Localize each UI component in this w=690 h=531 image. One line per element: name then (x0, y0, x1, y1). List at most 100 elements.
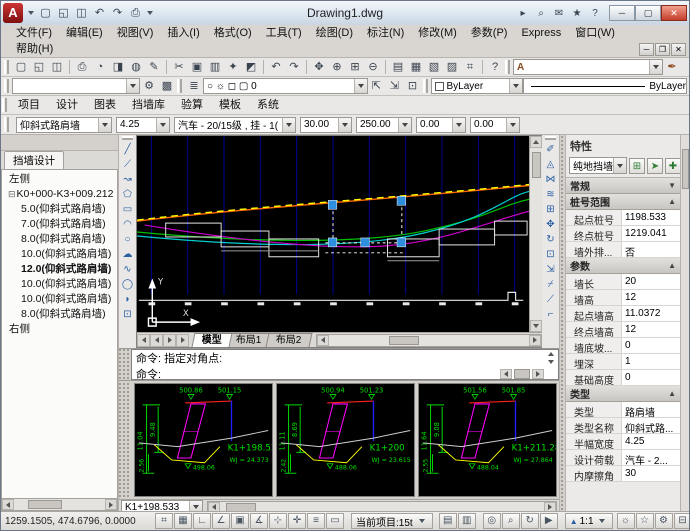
tree-left-side[interactable]: 左侧 (2, 172, 117, 187)
panel-grip[interactable] (1, 135, 118, 151)
property-group-header[interactable]: 桩号范围▲ (566, 194, 680, 210)
grid-toggle[interactable]: ▦ (174, 513, 192, 529)
zoom-window-button[interactable]: ⊞ (346, 59, 364, 76)
quick-properties-toggle[interactable]: ▭ (326, 513, 344, 529)
dropdown-arrow-icon[interactable] (156, 118, 169, 132)
palette-button[interactable]: ▩ (158, 78, 176, 95)
search-icon[interactable]: ⌕ (533, 5, 549, 21)
tree-item[interactable]: 7.0(仰斜式路肩墙) (2, 217, 117, 232)
3d-dwf-button[interactable]: ◍ (127, 59, 145, 76)
property-value[interactable]: 0 (622, 338, 680, 353)
scroll-left-icon[interactable] (317, 335, 329, 346)
dropdown-arrow-icon[interactable] (126, 79, 139, 93)
tree-item[interactable]: 5.0(仰斜式路肩墙) (2, 202, 117, 217)
dropdown-arrow-icon[interactable] (613, 158, 626, 173)
redo-button[interactable]: ↷ (285, 59, 303, 76)
mdi-restore-button[interactable]: ❐ (655, 43, 670, 56)
module-tab[interactable]: 验算 (173, 97, 211, 114)
circle-button[interactable]: ○ (120, 232, 136, 247)
section-hscrollbar[interactable] (207, 501, 557, 512)
scroll-right-icon[interactable] (544, 502, 556, 512)
property-value[interactable]: 1219.041 (622, 226, 680, 241)
menu-item[interactable]: 绘图(D) (309, 25, 360, 41)
block-editor-button[interactable]: ◩ (242, 59, 260, 76)
property-value[interactable]: 1198.533 (622, 210, 680, 225)
quickcalc-button[interactable]: ⌗ (461, 59, 479, 76)
canvas-vscrollbar[interactable] (529, 136, 542, 332)
zoom-previous-button[interactable]: ⊖ (364, 59, 382, 76)
offset-button[interactable]: ≋ (543, 187, 559, 202)
left-panel-hscrollbar[interactable] (1, 498, 118, 511)
menu-item[interactable]: 编辑(E) (59, 25, 110, 41)
pan-button[interactable]: ✥ (310, 59, 328, 76)
tree-right-side[interactable]: 右侧 (2, 322, 117, 337)
polyline-button[interactable]: ↝ (120, 172, 136, 187)
toolbar-grip[interactable] (505, 60, 510, 74)
scroll-thumb[interactable] (389, 336, 419, 345)
wall-type-combo[interactable]: 仰斜式路肩墙 (16, 117, 112, 133)
friction-angle-combo[interactable]: 30.00 (300, 117, 352, 133)
scroll-right-icon[interactable] (532, 369, 544, 379)
menu-item[interactable]: 修改(M) (411, 25, 464, 41)
dropdown-arrow-icon[interactable] (338, 118, 351, 132)
dropdown-arrow-icon[interactable] (452, 118, 465, 132)
orbit-button[interactable]: ↻ (521, 513, 539, 529)
toolbar-grip[interactable] (177, 79, 182, 93)
tree-item[interactable]: 8.0(仰斜式路肩墙) (2, 307, 117, 322)
tree-item[interactable]: 8.0(仰斜式路肩墙) (2, 232, 117, 247)
polar-toggle[interactable]: ∠ (212, 513, 230, 529)
scroll-right-icon[interactable] (529, 335, 541, 346)
next-tab-icon[interactable] (163, 334, 176, 347)
dropdown-arrow-icon[interactable] (98, 118, 111, 132)
scroll-down-icon[interactable] (530, 320, 542, 332)
prev-tab-icon[interactable] (150, 334, 163, 347)
cut-button[interactable]: ✂ (170, 59, 188, 76)
section-viewer-grip[interactable] (119, 383, 131, 497)
communication-center-button[interactable]: ✉ (551, 5, 567, 21)
ortho-toggle[interactable]: ∟ (193, 513, 211, 529)
property-value[interactable]: 30 (622, 466, 680, 481)
logo-menu-arrow-icon[interactable] (28, 11, 34, 15)
toolbar-grip[interactable] (122, 136, 133, 140)
scroll-up-icon[interactable] (530, 136, 542, 148)
scroll-right-icon[interactable] (105, 499, 117, 510)
cross-section-panel[interactable]: 11.04 9.48 2.56 500.86 501.15 (134, 383, 273, 497)
line-button[interactable]: ╱ (120, 142, 136, 157)
command-input-line[interactable]: 命令: (132, 366, 558, 382)
mdi-minimize-button[interactable]: ─ (639, 43, 654, 56)
tree-item-selected[interactable]: 12.0(仰斜式路肩墙) (2, 262, 117, 277)
module-tab[interactable]: 挡墙库 (124, 97, 173, 114)
designcenter-button[interactable]: ▦ (407, 59, 425, 76)
zoom-realtime-button[interactable]: ⊕ (328, 59, 346, 76)
toggle-pickadd-button[interactable]: ⊞ (629, 158, 645, 174)
property-group-header[interactable]: 参数▲ (566, 258, 680, 274)
scroll-thumb[interactable] (28, 500, 62, 509)
property-group-header[interactable]: 类型▲ (566, 386, 680, 402)
auto-annotate-button[interactable]: ☆ (636, 513, 654, 529)
property-value[interactable]: 12 (622, 322, 680, 337)
zoom-button[interactable]: ⌕ (502, 513, 520, 529)
linetype-combo[interactable]: ByLayer (523, 78, 688, 94)
dropdown-arrow-icon[interactable] (398, 118, 411, 132)
bearing-combo[interactable]: 250.00 (356, 117, 412, 133)
cross-section-panel[interactable]: 11.64 9.08 2.55 501.56 501.85 (418, 383, 557, 497)
minimize-button[interactable]: ─ (609, 5, 635, 21)
autocad-logo-icon[interactable]: A (3, 3, 23, 23)
property-value[interactable]: 4.25 (622, 434, 680, 449)
scroll-left-icon[interactable] (500, 369, 512, 379)
scroll-thumb[interactable] (682, 149, 689, 189)
property-value[interactable]: 0 (622, 370, 680, 385)
annotation-visibility-button[interactable]: ☼ (617, 513, 635, 529)
property-value[interactable]: 12 (622, 290, 680, 305)
canvas-hscrollbar[interactable] (316, 334, 542, 347)
favorites-star-button[interactable]: ★ (569, 5, 585, 21)
save-button[interactable]: ◫ (48, 59, 66, 76)
menu-item[interactable]: 工具(T) (259, 25, 309, 41)
array-button[interactable]: ⊞ (543, 202, 559, 217)
command-vscroll[interactable] (545, 350, 558, 366)
tree-item[interactable]: 10.0(仰斜式路肩墙) (2, 277, 117, 292)
copy-clip-button[interactable]: ▣ (188, 59, 206, 76)
dropdown-arrow-icon[interactable] (506, 118, 519, 132)
insert-block-button[interactable]: ⊡ (120, 307, 136, 322)
workspace-settings-button[interactable]: ⚙ (140, 78, 158, 95)
